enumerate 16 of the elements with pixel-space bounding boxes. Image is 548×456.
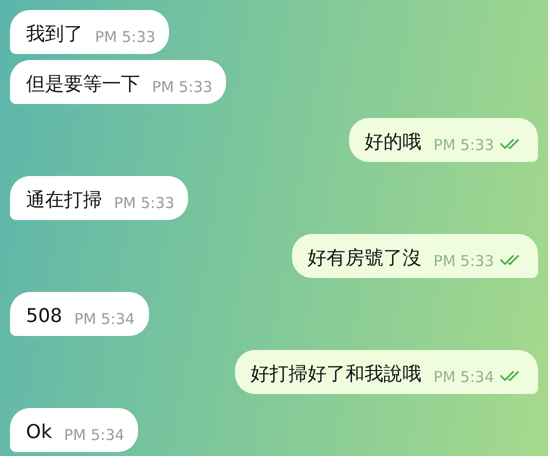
message-time: PM 5:33	[114, 193, 174, 213]
message-time: PM 5:33	[152, 77, 212, 97]
message-text: 通在打掃	[26, 188, 102, 213]
message-text: 508	[26, 304, 62, 329]
message-time: PM 5:34	[434, 367, 494, 387]
message-text: 我到了	[26, 22, 83, 47]
message-text: 好的哦	[364, 130, 422, 155]
message-text: Ok	[26, 420, 52, 445]
message-time: PM 5:34	[74, 309, 135, 329]
message-text: 好打掃好了和我說哦	[250, 362, 422, 387]
message-text: 好有房號了沒	[308, 246, 422, 271]
message-time: PM 5:33	[95, 27, 156, 47]
message-text: 但是要等一下	[26, 72, 140, 97]
message-time: PM 5:33	[434, 251, 494, 271]
message-time: PM 5:34	[64, 425, 124, 445]
message-time: PM 5:33	[434, 135, 494, 155]
